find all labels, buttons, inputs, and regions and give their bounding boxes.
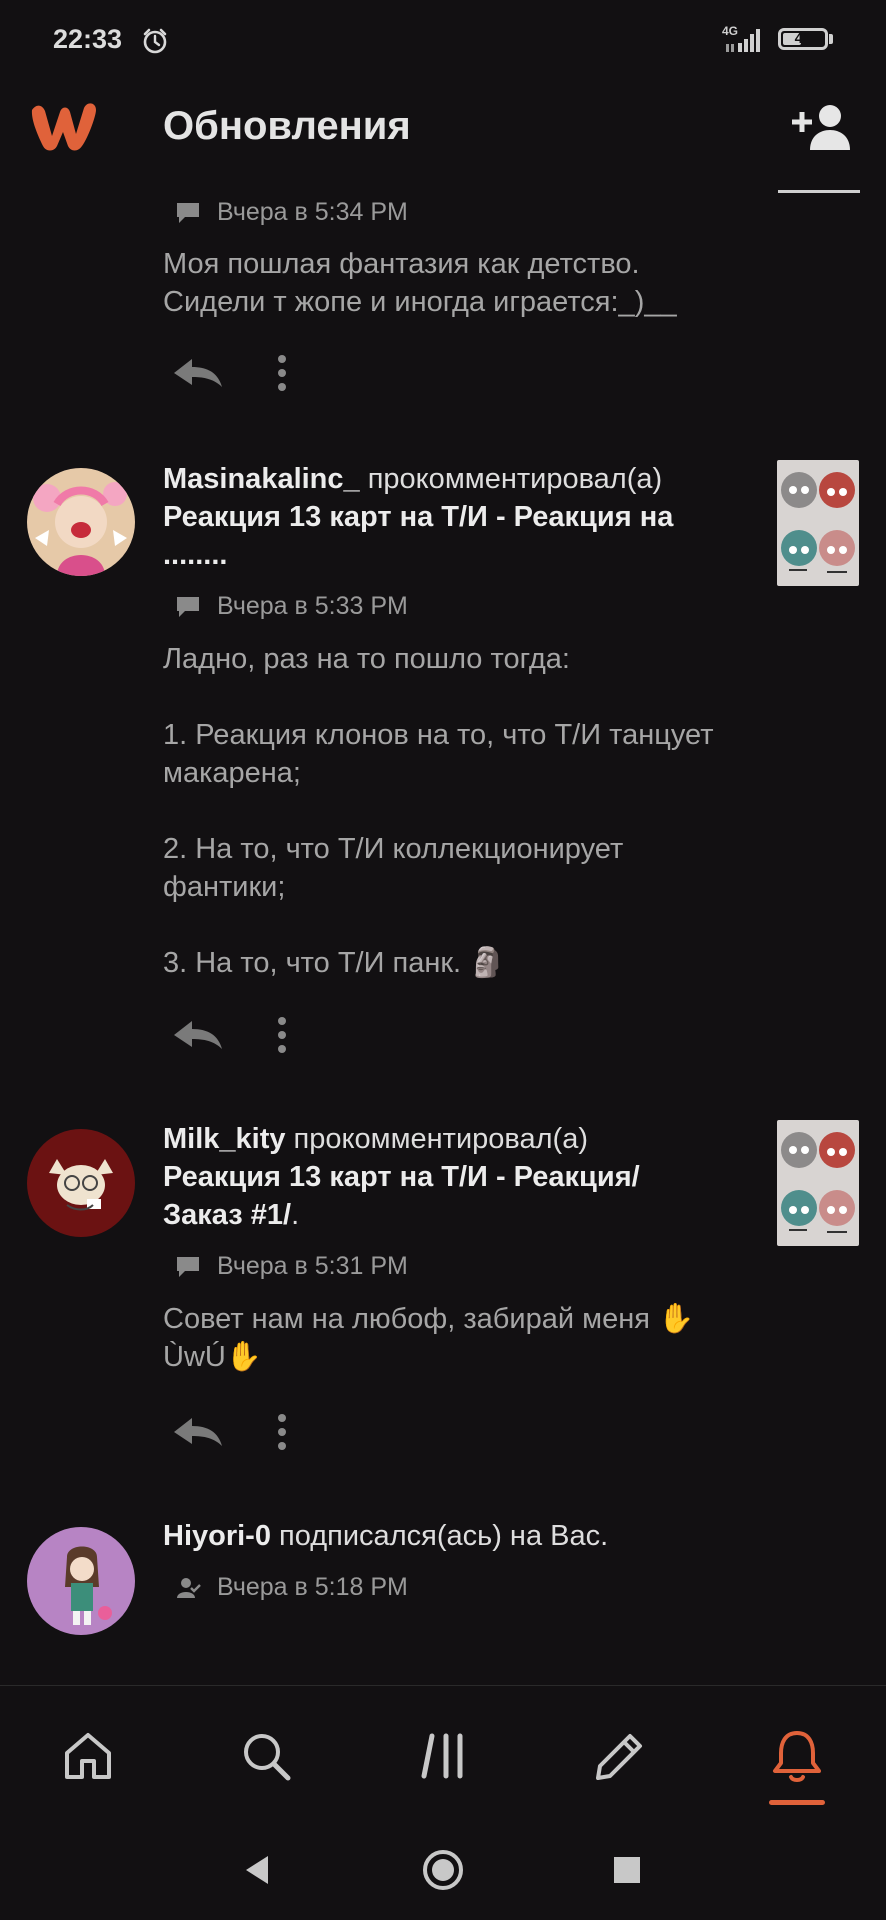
status-bar: 22:33 4G 41 <box>0 0 886 80</box>
follow-icon <box>177 1577 201 1598</box>
nav-library-button[interactable] <box>414 1726 474 1786</box>
reply-button[interactable] <box>170 1412 226 1452</box>
bell-icon <box>773 1731 821 1782</box>
list-item[interactable]: Hiyori-0 подписался(ась) на Вас. Вчера в… <box>0 1517 886 1647</box>
reply-icon <box>174 359 222 387</box>
page-title: Обновления <box>163 104 411 148</box>
add-user-icon <box>792 105 850 150</box>
battery-level: 41 <box>794 30 812 47</box>
item-meta: Вчера в 5:31 PM <box>175 1252 408 1281</box>
action-text: прокомментировал(а) <box>285 1123 588 1155</box>
battery-indicator: 41 <box>778 28 828 50</box>
item-headline: Masinakalinc_ прокомментировал(а) Реакци… <box>163 460 723 574</box>
add-user-underline <box>778 190 860 193</box>
more-options-button[interactable] <box>270 1410 294 1454</box>
list-item[interactable]: Masinakalinc_ прокомментировал(а) Реакци… <box>0 460 886 1053</box>
item-timestamp: Вчера в 5:34 PM <box>217 198 408 226</box>
avatar[interactable] <box>27 1527 135 1635</box>
story-thumbnail[interactable] <box>777 1120 859 1246</box>
recents-button[interactable] <box>603 1846 651 1894</box>
avatar[interactable] <box>27 468 135 576</box>
item-timestamp: Вчера в 5:31 PM <box>217 1252 408 1280</box>
avatar[interactable] <box>27 1129 135 1237</box>
search-icon <box>244 1734 291 1781</box>
item-timestamp: Вчера в 5:18 PM <box>217 1573 408 1601</box>
wattpad-logo[interactable] <box>26 96 104 161</box>
app-header: Обновления <box>0 80 886 195</box>
username-link[interactable]: Masinakalinc_ <box>163 463 360 495</box>
comment-icon <box>177 1256 199 1277</box>
story-suffix: . <box>291 1199 300 1231</box>
notification-feed[interactable]: Вчера в 5:34 PM Моя пошлая фантазия как … <box>0 195 886 1685</box>
status-time: 22:33 <box>53 24 123 54</box>
reply-button[interactable] <box>170 1015 226 1055</box>
home-circle-icon <box>423 1850 463 1890</box>
signal-icon <box>722 26 768 59</box>
system-navigation <box>0 1820 886 1920</box>
nav-home-button[interactable] <box>58 1726 118 1786</box>
more-options-button[interactable] <box>270 1013 294 1057</box>
reply-icon <box>174 1021 222 1049</box>
home-system-button[interactable] <box>419 1846 467 1894</box>
list-item: Вчера в 5:34 PM Моя пошлая фантазия как … <box>0 195 886 391</box>
nav-write-button[interactable] <box>590 1726 650 1786</box>
back-icon <box>246 1856 268 1884</box>
nav-search-button[interactable] <box>236 1726 296 1786</box>
alarm-clock-icon <box>140 26 170 61</box>
more-vertical-icon <box>278 1017 286 1053</box>
nav-active-indicator <box>769 1800 825 1805</box>
username-link[interactable]: Hiyori-0 <box>163 1520 271 1552</box>
story-thumbnail[interactable] <box>777 460 859 586</box>
home-icon <box>65 1733 111 1779</box>
list-item[interactable]: Milk_kity прокомментировал(а) Реакция 13… <box>0 1120 886 1480</box>
item-meta: Вчера в 5:18 PM <box>175 1573 408 1602</box>
item-meta: Вчера в 5:34 PM <box>175 198 408 227</box>
story-link[interactable]: Реакция 13 карт на Т/И - Реакция на ....… <box>163 501 673 571</box>
more-options-button[interactable] <box>270 351 294 395</box>
more-vertical-icon <box>278 355 286 391</box>
item-meta: Вчера в 5:33 PM <box>175 592 408 621</box>
reply-icon <box>174 1418 222 1446</box>
item-timestamp: Вчера в 5:33 PM <box>217 592 408 620</box>
story-link[interactable]: Реакция 13 карт на Т/И - Реакция/ Заказ … <box>163 1161 640 1231</box>
action-text: подписался(ась) на Вас. <box>270 1520 609 1552</box>
pencil-icon <box>596 1734 642 1780</box>
comment-text: Ладно, раз на то пошло тогда: 1. Реакция… <box>163 643 714 979</box>
action-text: прокомментировал(а) <box>359 463 663 495</box>
username-link[interactable]: Milk_kity <box>163 1123 286 1155</box>
more-vertical-icon <box>278 1414 286 1450</box>
library-icon <box>421 1733 463 1779</box>
back-button[interactable] <box>233 1846 281 1894</box>
comment-icon <box>177 596 199 617</box>
item-headline: Hiyori-0 подписался(ась) на Вас. <box>163 1517 723 1555</box>
nav-notifications-button[interactable] <box>767 1726 827 1786</box>
comment-text: Моя пошлая фантазия как детство. Сидели … <box>163 248 677 318</box>
bottom-navigation <box>0 1685 886 1821</box>
recents-icon <box>614 1857 640 1883</box>
battery-cap <box>829 34 833 44</box>
item-headline: Milk_kity прокомментировал(а) Реакция 13… <box>163 1120 723 1234</box>
reply-button[interactable] <box>170 353 226 393</box>
comment-icon <box>177 202 199 223</box>
add-user-button[interactable] <box>790 100 862 160</box>
comment-text: Совет нам на любоф, забирай меня ✋ÙwÚ✋ <box>163 1303 695 1373</box>
